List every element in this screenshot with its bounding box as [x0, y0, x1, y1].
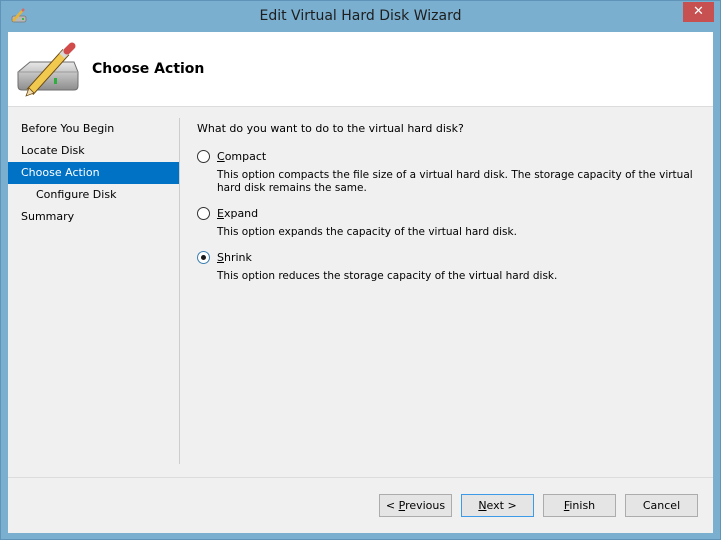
- action-content: What do you want to do to the virtual ha…: [197, 122, 707, 283]
- expand-description: This option expands the capacity of the …: [217, 226, 517, 238]
- shrink-mnemonic: S: [217, 250, 224, 264]
- expand-mnemonic: E: [217, 206, 224, 220]
- expand-label-rest: xpand: [223, 206, 259, 220]
- option-compact: Compact This option compacts the file si…: [197, 148, 707, 195]
- cancel-button[interactable]: Cancel: [625, 494, 698, 517]
- shrink-label-rest: hrink: [223, 250, 252, 264]
- next-button[interactable]: Next >: [461, 494, 534, 517]
- compact-label[interactable]: Compact: [217, 150, 266, 163]
- next-mnemonic: N: [478, 499, 487, 512]
- option-expand: Expand This option expands the capacity …: [197, 205, 707, 239]
- compact-radio[interactable]: [197, 149, 210, 163]
- compact-mnemonic: C: [217, 149, 225, 163]
- window-title: Edit Virtual Hard Disk Wizard: [259, 8, 462, 24]
- wizard-window: Edit Virtual Hard Disk Wizard ✕ Choose A…: [0, 0, 721, 540]
- disk-pencil-icon: [17, 42, 79, 97]
- close-icon: ✕: [693, 4, 704, 19]
- shrink-description: This option reduces the storage capacity…: [217, 270, 558, 282]
- shrink-radio[interactable]: [197, 250, 210, 264]
- title-bar[interactable]: Edit Virtual Hard Disk Wizard ✕: [1, 1, 720, 32]
- option-shrink: Shrink This option reduces the storage c…: [197, 249, 707, 283]
- nav-divider: [179, 118, 180, 464]
- nav-item-configure-disk[interactable]: Configure Disk: [8, 184, 179, 206]
- wizard-client-area: Choose Action Before You Begin Locate Di…: [8, 32, 713, 533]
- shrink-label[interactable]: Shrink: [217, 251, 252, 264]
- compact-radio-row[interactable]: Compact: [197, 148, 707, 164]
- question-label: What do you want to do to the virtual ha…: [197, 122, 464, 135]
- expand-radio-row[interactable]: Expand: [197, 205, 707, 221]
- nav-item-summary[interactable]: Summary: [8, 206, 179, 228]
- wizard-header: Choose Action: [8, 32, 713, 107]
- wizard-step-nav: Before You Begin Locate Disk Choose Acti…: [8, 118, 179, 228]
- expand-label[interactable]: Expand: [217, 207, 258, 220]
- nav-item-before-you-begin[interactable]: Before You Begin: [8, 118, 179, 140]
- footer-divider: [8, 477, 713, 478]
- finish-button[interactable]: Finish: [543, 494, 616, 517]
- expand-radio[interactable]: [197, 206, 210, 220]
- close-button[interactable]: ✕: [683, 2, 714, 22]
- compact-label-rest: ompact: [224, 149, 267, 163]
- previous-rest: revious: [405, 499, 446, 512]
- next-rest: ext >: [486, 499, 517, 512]
- nav-item-locate-disk[interactable]: Locate Disk: [8, 140, 179, 162]
- previous-button[interactable]: < Previous: [379, 494, 452, 517]
- nav-item-choose-action[interactable]: Choose Action: [8, 162, 179, 184]
- shrink-radio-row[interactable]: Shrink: [197, 249, 707, 265]
- compact-description: This option compacts the file size of a …: [217, 169, 693, 194]
- page-title: Choose Action: [92, 61, 205, 77]
- finish-rest: inish: [569, 499, 596, 512]
- previous-prefix: <: [385, 499, 399, 512]
